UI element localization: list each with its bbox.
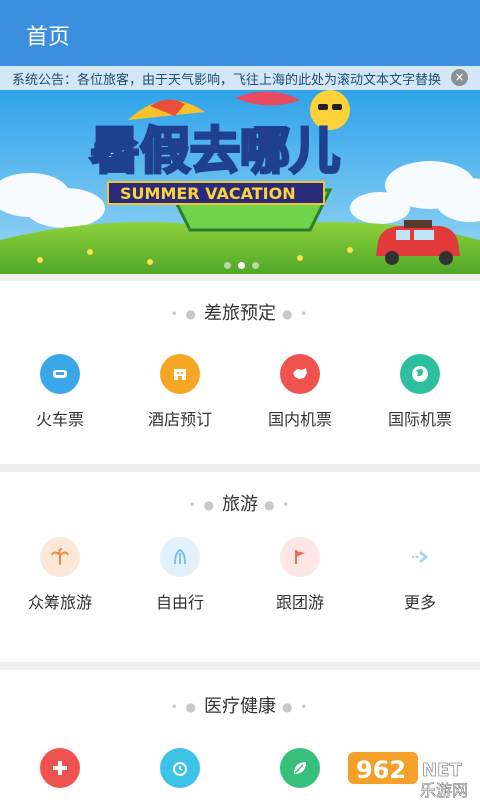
item-label: 跟团游 [275, 593, 324, 612]
train-icon [40, 354, 80, 394]
medical-service-item[interactable] [0, 748, 120, 788]
title-decoration: ● • [264, 498, 292, 512]
item-label: 火车票 [35, 410, 84, 429]
section-title-text: 旅游 [222, 494, 258, 515]
watermark-suffix: NET [422, 760, 462, 781]
group-flag-icon [280, 537, 320, 577]
item-label: 自由行 [155, 593, 204, 612]
alarm-clock-icon [160, 748, 200, 788]
health-leaf-icon [280, 748, 320, 788]
banner-illustration: 暑假去哪儿 SUMMER VACATION [0, 90, 480, 274]
pager-dot[interactable] [252, 262, 259, 269]
hotel-icon [160, 354, 200, 394]
item-label: 更多 [403, 593, 436, 612]
banner-subtitle: SUMMER VACATION [120, 184, 296, 203]
train-ticket-item[interactable]: 火车票 [0, 354, 120, 430]
close-icon[interactable]: × [451, 69, 468, 86]
section-title-business: • ● 差旅预定 ● • [0, 299, 480, 325]
item-label: 众筹旅游 [27, 593, 92, 612]
watermark-logo-text: 962 [356, 756, 406, 784]
item-label: 国内机票 [267, 410, 332, 429]
title-decoration: ● • [282, 307, 310, 321]
item-label: 国际机票 [387, 410, 452, 429]
health-item[interactable] [240, 748, 360, 788]
title-decoration: • ● [188, 498, 216, 512]
china-map-icon [280, 354, 320, 394]
group-tour-item[interactable]: 跟团游 [240, 537, 360, 613]
international-flight-item[interactable]: 国际机票 [360, 354, 480, 430]
top-app-bar: 首页 [0, 0, 480, 66]
section-title-text: 医疗健康 [204, 696, 276, 717]
leaf-icon [160, 537, 200, 577]
section-title-text: 差旅预定 [204, 303, 276, 324]
banner-pager [224, 262, 259, 269]
site-watermark-logo: 962 NET 乐游网 [348, 748, 478, 800]
notice-marquee-text: 系统公告：各位旅客，由于天气影响，飞往上海的此处为滚动文本文字替换 [12, 73, 442, 88]
section-title-medical: • ● 医疗健康 ● • [0, 692, 480, 718]
banner-headline: 暑假去哪儿 [90, 122, 340, 180]
title-decoration: • ● [170, 307, 198, 321]
section-title-travel: • ● 旅游 ● • [0, 490, 480, 516]
more-item[interactable]: 更多 [360, 537, 480, 613]
title-decoration: ● • [282, 700, 310, 714]
system-notice-bar: 系统公告：各位旅客，由于天气影响，飞往上海的此处为滚动文本文字替换 × [0, 66, 480, 90]
pager-dot[interactable] [224, 262, 231, 269]
title-decoration: • ● [170, 700, 198, 714]
appointment-item[interactable] [120, 748, 240, 788]
item-label: 酒店预订 [147, 410, 212, 429]
globe-icon [400, 354, 440, 394]
pager-dot-active[interactable] [238, 262, 245, 269]
hotel-booking-item[interactable]: 酒店预订 [120, 354, 240, 430]
watermark-sub: 乐游网 [420, 781, 468, 798]
free-travel-item[interactable]: 自由行 [120, 537, 240, 613]
medical-cross-icon [40, 748, 80, 788]
business-travel-card: • ● 差旅预定 ● • 火车票 酒店预订 国内机票 国际机票 [0, 281, 480, 464]
palm-tree-icon [40, 537, 80, 577]
crowdfund-tour-item[interactable]: 众筹旅游 [0, 537, 120, 613]
promo-banner[interactable]: 暑假去哪儿 SUMMER VACATION [0, 90, 480, 274]
travel-card: • ● 旅游 ● • 众筹旅游 自由行 跟团游 更多 [0, 472, 480, 662]
domestic-flight-item[interactable]: 国内机票 [240, 354, 360, 430]
page-title: 首页 [26, 25, 71, 50]
more-arrow-icon [400, 537, 440, 577]
